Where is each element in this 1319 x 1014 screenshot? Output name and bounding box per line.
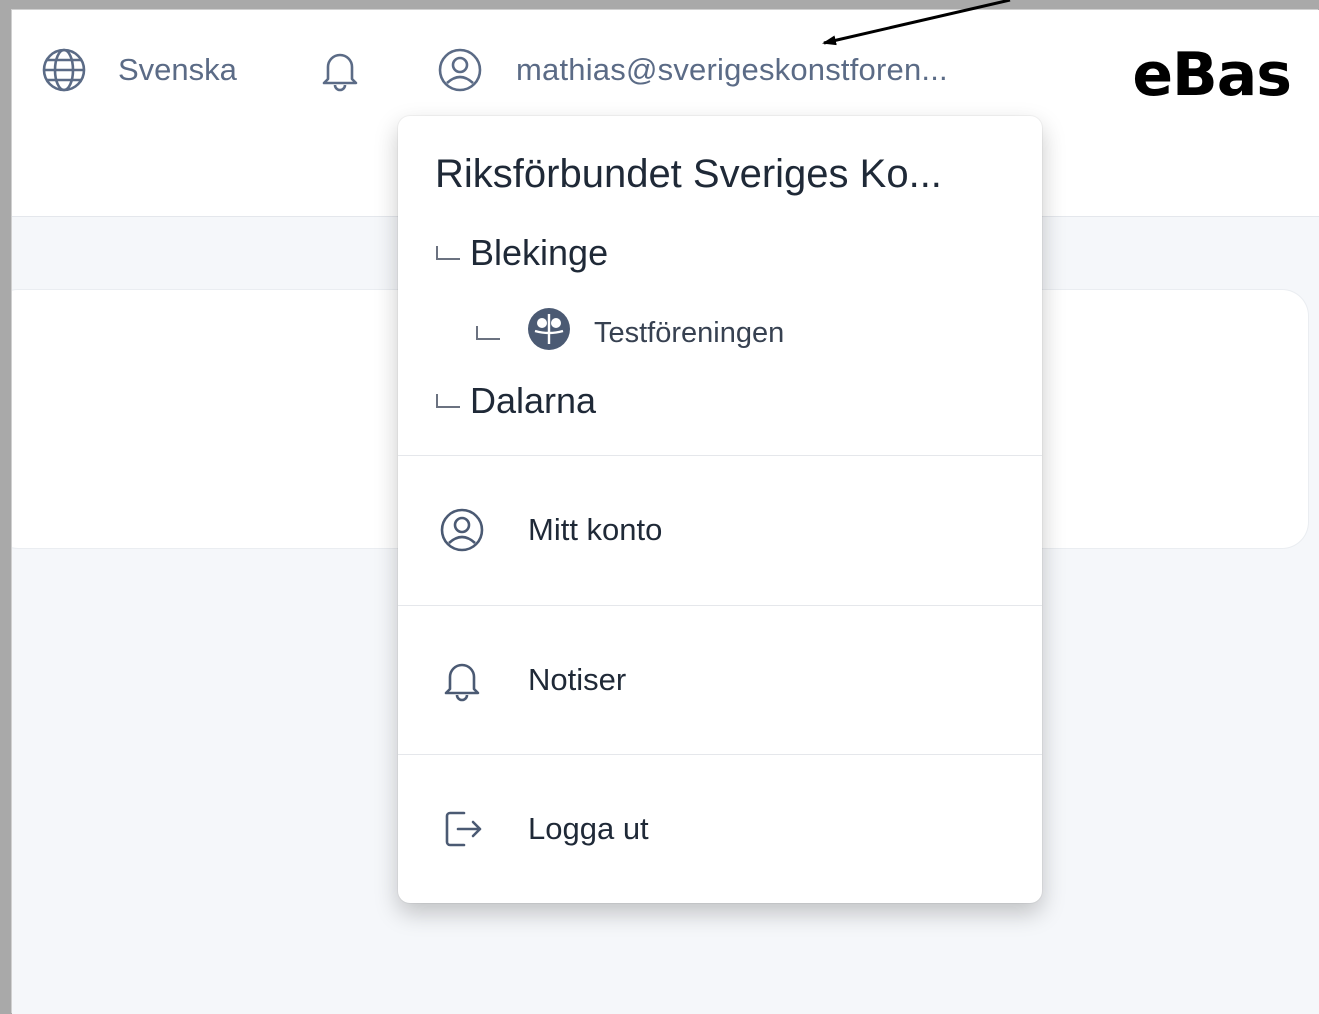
menu-item-label: Mitt konto xyxy=(528,512,663,547)
bell-icon xyxy=(438,656,486,704)
app-window: Svenska mathias@sverigeskonstforen... eB… xyxy=(12,10,1319,1014)
tree-item-label: Dalarna xyxy=(470,380,597,421)
user-dropdown-menu: Riksförbundet Sveriges Ko... Blekinge Te… xyxy=(398,116,1042,903)
tree-branch-icon xyxy=(476,326,500,340)
language-selector[interactable]: Svenska xyxy=(40,46,237,94)
menu-item-mitt-konto[interactable]: Mitt konto xyxy=(398,456,1042,604)
tree-item-label: Testföreningen xyxy=(594,316,785,349)
logout-icon xyxy=(438,805,486,853)
tree-item-testforeningen[interactable]: Testföreningen xyxy=(476,306,784,360)
tree-branch-icon xyxy=(436,394,460,408)
organization-avatar-icon xyxy=(526,306,572,360)
organization-title[interactable]: Riksförbundet Sveriges Ko... xyxy=(435,152,942,197)
menu-item-label: Notiser xyxy=(528,662,627,697)
user-circle-icon xyxy=(436,46,484,94)
menu-item-notiser[interactable]: Notiser xyxy=(398,606,1042,754)
user-menu-button[interactable]: mathias@sverigeskonstforen... xyxy=(436,46,948,94)
tree-branch-icon xyxy=(436,246,460,260)
menu-item-logga-ut[interactable]: Logga ut xyxy=(398,755,1042,903)
ebas-logo[interactable]: eBas xyxy=(1132,40,1292,110)
notifications-button[interactable] xyxy=(316,46,364,94)
user-email: mathias@sverigeskonstforen... xyxy=(516,52,948,87)
user-circle-icon xyxy=(438,506,486,554)
tree-item-dalarna[interactable]: Dalarna xyxy=(436,380,596,422)
tree-item-label: Blekinge xyxy=(470,232,609,273)
bell-icon xyxy=(316,46,364,94)
menu-item-label: Logga ut xyxy=(528,811,649,846)
globe-icon xyxy=(40,46,88,94)
tree-item-blekinge[interactable]: Blekinge xyxy=(436,232,608,274)
language-label: Svenska xyxy=(118,52,237,87)
